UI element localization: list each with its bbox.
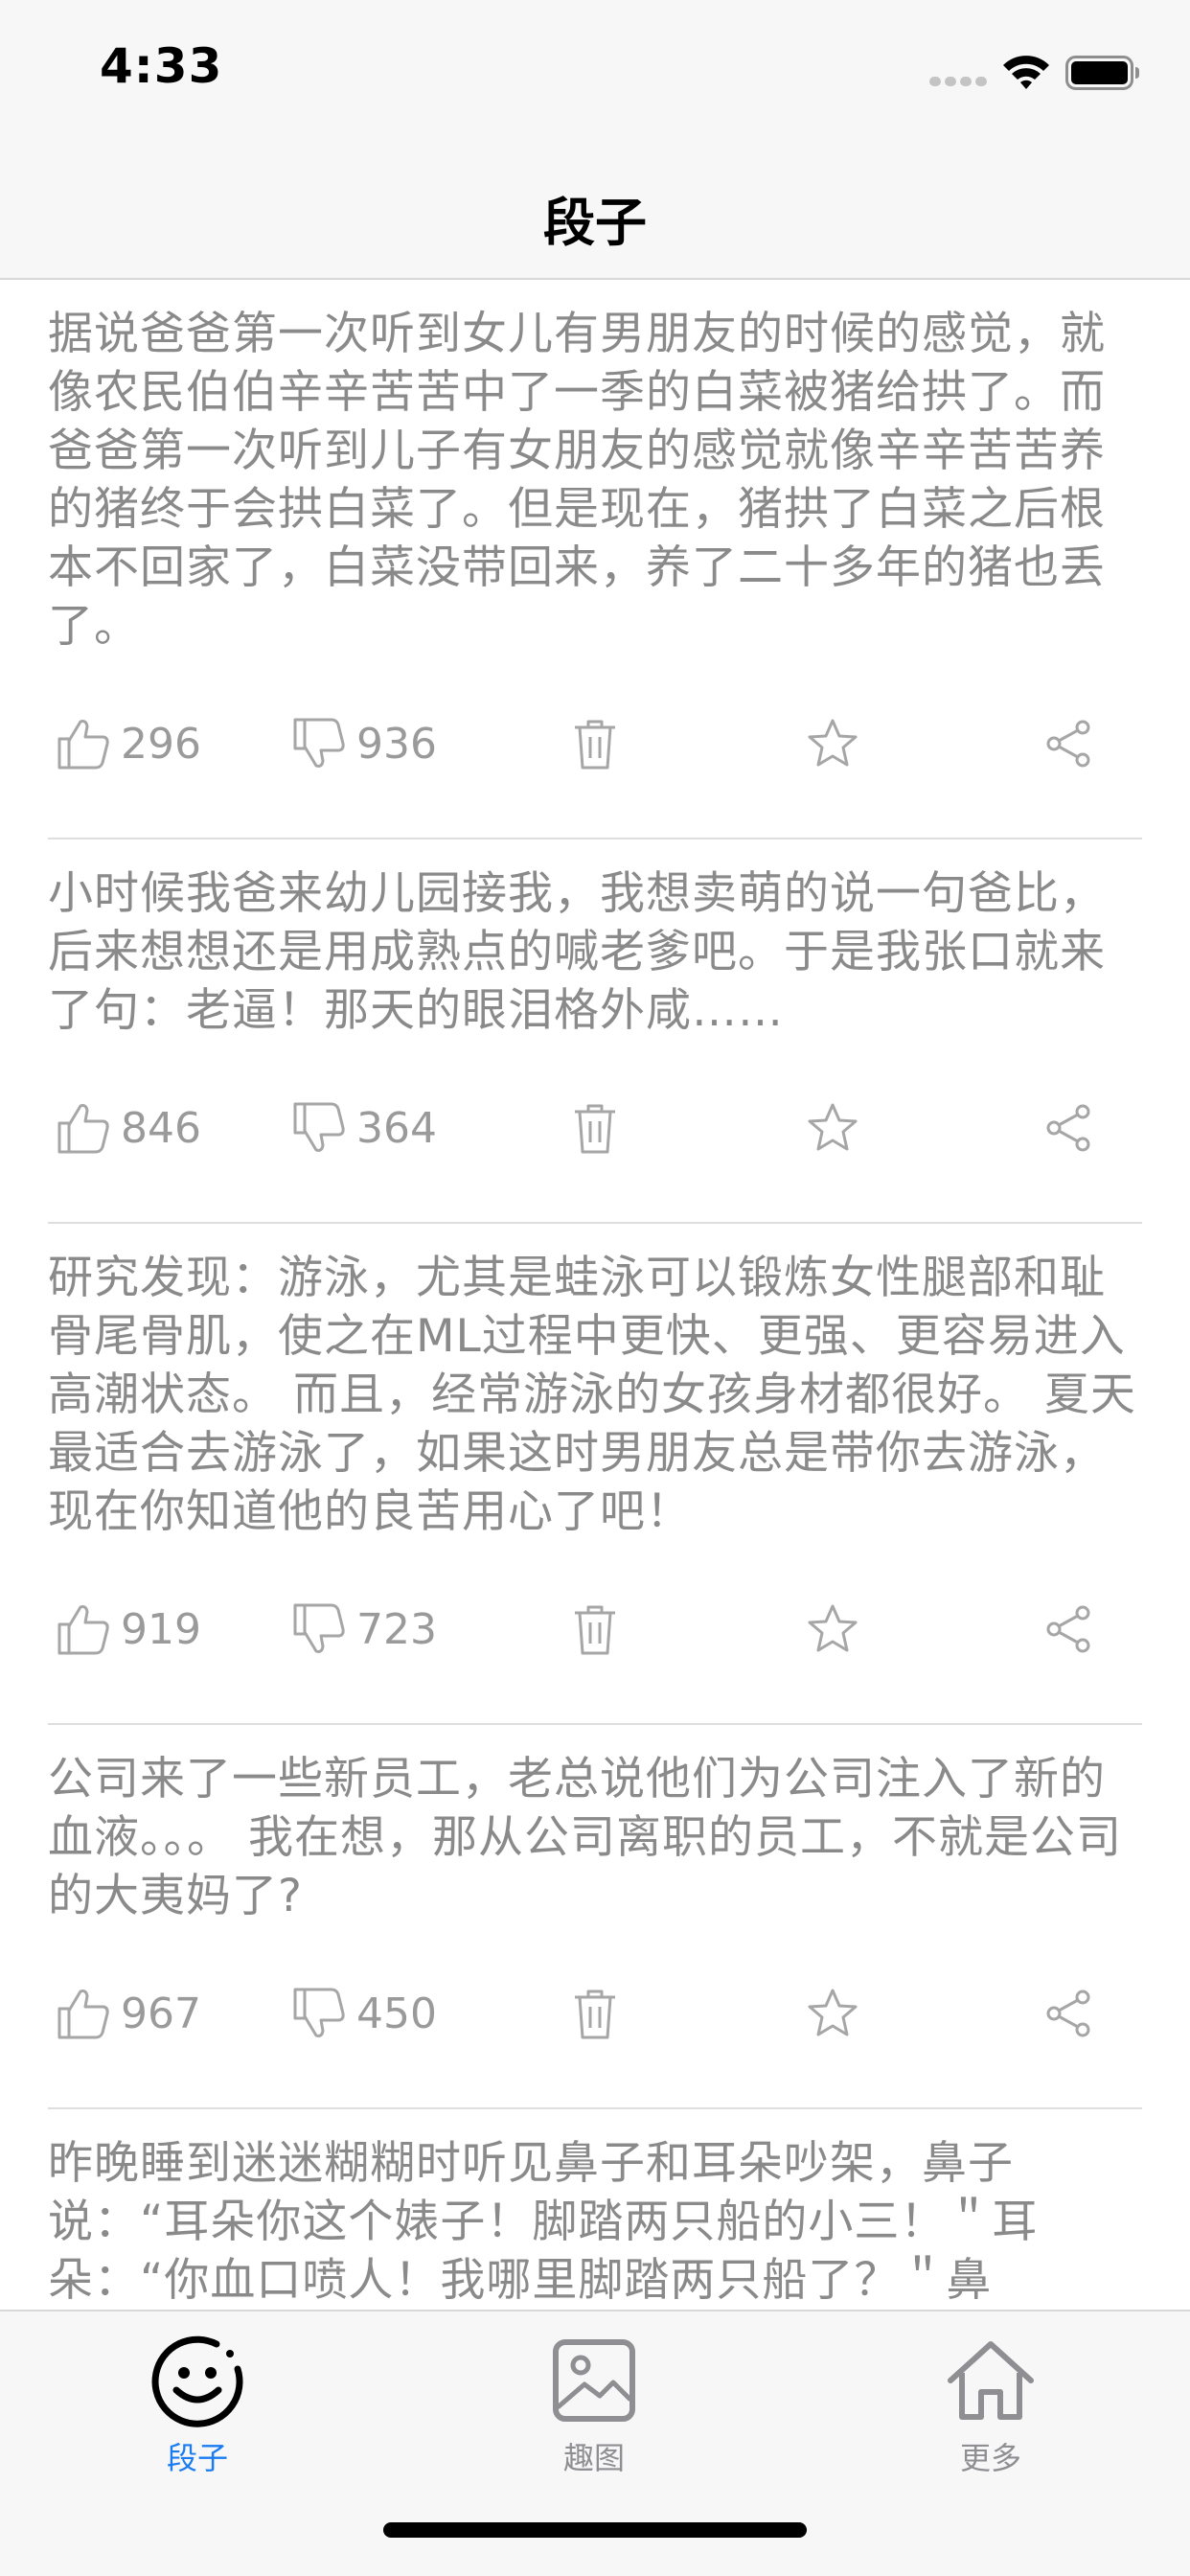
share-icon xyxy=(1046,1605,1090,1653)
tab-duanzi[interactable]: 段子 xyxy=(73,2333,322,2478)
page-title: 段子 xyxy=(543,193,647,253)
tab-qutu[interactable]: 趣图 xyxy=(469,2333,719,2478)
delete-button[interactable] xyxy=(567,1985,623,2042)
cellular-signal-icon xyxy=(929,77,987,86)
action-row: 967 450 xyxy=(48,1925,1142,2107)
joke-post: 小时候我爸来幼儿园接我，我想卖萌的说一句爸比，后来想想还是用成熟点的喊老爹吧。于… xyxy=(0,840,1190,1224)
thumbs-down-icon xyxy=(293,718,345,768)
share-icon xyxy=(1046,1990,1090,2037)
star-icon xyxy=(808,1604,858,1652)
dislike-count: 936 xyxy=(356,719,437,769)
action-row: 296 936 xyxy=(48,656,1142,838)
trash-icon xyxy=(575,1990,615,2039)
share-button[interactable] xyxy=(1041,1099,1096,1157)
tab-label: 段子 xyxy=(166,2440,228,2476)
dislike-count: 364 xyxy=(356,1103,437,1153)
like-count: 846 xyxy=(121,1103,201,1153)
share-button[interactable] xyxy=(1041,1985,1096,2042)
joke-text: 据说爸爸第一次听到女儿有男朋友的时候的感觉，就像农民伯伯辛辛苦苦中了一季的白菜被… xyxy=(48,308,1106,653)
share-button[interactable] xyxy=(1041,1600,1096,1658)
status-bar: 4:33 xyxy=(0,0,1190,144)
thumbs-up-icon xyxy=(57,1990,109,2039)
favorite-button[interactable] xyxy=(805,1985,860,2042)
tab-label: 更多 xyxy=(959,2440,1021,2476)
share-icon xyxy=(1046,720,1090,768)
navigation-bar: 段子 xyxy=(0,144,1190,280)
thumbs-up-icon xyxy=(57,720,109,770)
joke-feed[interactable]: 据说爸爸第一次听到女儿有男朋友的时候的感觉，就像农民伯伯辛辛苦苦中了一季的白菜被… xyxy=(0,280,1190,2310)
wifi-icon xyxy=(1003,56,1049,89)
trash-icon xyxy=(575,1605,615,1655)
joke-text: 昨晚睡到迷迷糊糊时听见鼻子和耳朵吵架，鼻子说：“耳朵你这个婊子！脚踏两只船的小三… xyxy=(48,2137,1039,2307)
dislike-button[interactable]: 723 xyxy=(291,1600,437,1658)
delete-button[interactable] xyxy=(567,1099,623,1157)
delete-button[interactable] xyxy=(567,1600,623,1658)
star-icon xyxy=(808,1103,858,1151)
favorite-button[interactable] xyxy=(805,715,860,772)
action-row: 919 723 xyxy=(48,1541,1142,1723)
thumbs-up-icon xyxy=(57,1104,109,1154)
star-icon xyxy=(808,719,858,767)
tab-label: 趣图 xyxy=(562,2440,625,2476)
tab-more[interactable]: 更多 xyxy=(866,2333,1115,2478)
share-button[interactable] xyxy=(1041,715,1096,772)
smiley-face-icon xyxy=(151,2335,243,2427)
dislike-button[interactable]: 936 xyxy=(291,715,437,772)
thumbs-down-icon xyxy=(293,1102,345,1152)
thumbs-down-icon xyxy=(293,1988,345,2037)
action-row: 846 364 xyxy=(48,1040,1142,1222)
trash-icon xyxy=(575,1104,615,1154)
home-icon xyxy=(948,2341,1034,2420)
dislike-button[interactable]: 364 xyxy=(291,1099,437,1157)
delete-button[interactable] xyxy=(567,715,623,772)
dislike-count: 450 xyxy=(356,1989,437,2038)
battery-icon xyxy=(1065,56,1139,90)
like-button[interactable]: 967 xyxy=(56,1985,201,2042)
favorite-button[interactable] xyxy=(805,1099,860,1157)
joke-post: 据说爸爸第一次听到女儿有男朋友的时候的感觉，就像农民伯伯辛辛苦苦中了一季的白菜被… xyxy=(0,280,1190,840)
joke-text: 研究发现：游泳，尤其是蛙泳可以锻炼女性腿部和耻骨尾骨肌，使之在ML过程中更快、更… xyxy=(48,1252,1136,1538)
like-count: 967 xyxy=(121,1989,201,2038)
trash-icon xyxy=(575,720,615,770)
joke-post: 公司来了一些新员工，老总说他们为公司注入了新的血液。。。 我在想，那从公司离职的… xyxy=(0,1725,1190,2109)
home-indicator xyxy=(383,2522,807,2538)
share-icon xyxy=(1046,1104,1090,1152)
star-icon xyxy=(808,1989,858,2036)
status-time: 4:33 xyxy=(100,38,223,94)
thumbs-down-icon xyxy=(293,1603,345,1653)
like-count: 296 xyxy=(121,719,201,769)
joke-text: 小时候我爸来幼儿园接我，我想卖萌的说一句爸比，后来想想还是用成熟点的喊老爹吧。于… xyxy=(48,867,1106,1037)
favorite-button[interactable] xyxy=(805,1600,860,1658)
like-count: 919 xyxy=(121,1604,201,1654)
like-button[interactable]: 846 xyxy=(56,1099,201,1157)
joke-post: 研究发现：游泳，尤其是蛙泳可以锻炼女性腿部和耻骨尾骨肌，使之在ML过程中更快、更… xyxy=(0,1224,1190,1725)
like-button[interactable]: 296 xyxy=(56,715,201,772)
thumbs-up-icon xyxy=(57,1605,109,1655)
dislike-button[interactable]: 450 xyxy=(291,1985,437,2042)
picture-icon xyxy=(553,2339,635,2422)
dislike-count: 723 xyxy=(356,1604,437,1654)
joke-text: 公司来了一些新员工，老总说他们为公司注入了新的血液。。。 我在想，那从公司离职的… xyxy=(48,1753,1122,1922)
joke-post: 昨晚睡到迷迷糊糊时听见鼻子和耳朵吵架，鼻子说：“耳朵你这个婊子！脚踏两只船的小三… xyxy=(0,2109,1190,2310)
like-button[interactable]: 919 xyxy=(56,1600,201,1658)
